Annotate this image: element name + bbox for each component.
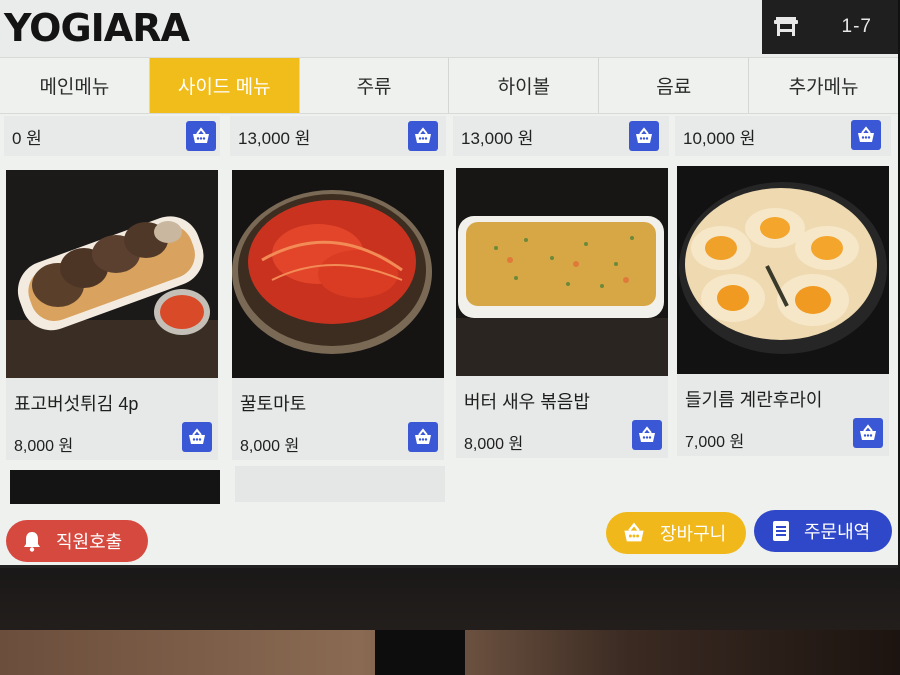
price-text: 13,000 원: [238, 128, 311, 148]
basket-icon: [858, 126, 874, 142]
basket-icon: [860, 424, 876, 440]
add-to-cart-button[interactable]: [851, 120, 881, 150]
add-to-cart-button[interactable]: [186, 121, 216, 151]
price-text: 10,000 원: [683, 128, 756, 148]
add-to-cart-button[interactable]: [853, 418, 883, 448]
next-row-card-partial[interactable]: [235, 466, 445, 502]
order-history-button[interactable]: 주문내역: [754, 510, 892, 552]
product-photo-butter-shrimp-rice[interactable]: [456, 168, 668, 376]
add-to-cart-button[interactable]: [632, 420, 662, 450]
product-photo-mushroom[interactable]: [6, 170, 218, 378]
add-to-cart-button[interactable]: [629, 121, 659, 151]
product-name: 버터 새우 볶음밥: [464, 392, 590, 412]
add-to-cart-button[interactable]: [408, 121, 438, 151]
product-price: 8,000 원: [464, 436, 524, 453]
product-card[interactable]: 버터 새우 볶음밥 8,000 원: [456, 168, 668, 458]
price-cell: 13,000 원: [453, 116, 669, 156]
product-card[interactable]: 들기름 계란후라이 7,000 원: [677, 166, 889, 456]
call-staff-button[interactable]: 직원호출: [6, 520, 148, 562]
tablet-stand: [375, 630, 465, 675]
tab-side-menu[interactable]: 사이드 메뉴: [149, 58, 300, 113]
price-cell: 0 원: [4, 116, 220, 156]
header: YOGIARA 1-7: [0, 0, 898, 58]
product-name: 표고버섯튀김 4p: [14, 394, 139, 414]
basket-icon: [622, 522, 646, 544]
price-cell: 10,000 원: [675, 116, 891, 156]
basket-icon: [639, 426, 655, 442]
basket-icon: [193, 127, 209, 143]
add-to-cart-button[interactable]: [408, 422, 438, 452]
table-indicator: 1-7: [762, 0, 898, 54]
product-name: 들기름 계란후라이: [685, 390, 823, 410]
next-row-card-partial[interactable]: [10, 470, 220, 504]
receipt-list-icon: [772, 520, 790, 542]
product-name: 꿀토마토: [240, 394, 307, 414]
product-card[interactable]: 표고버섯튀김 4p 8,000 원: [6, 170, 218, 460]
basket-icon: [415, 428, 431, 444]
product-price: 8,000 원: [14, 438, 74, 455]
product-card[interactable]: 꿀토마토 8,000 원: [232, 170, 444, 460]
tab-extra-menu[interactable]: 추가메뉴: [749, 58, 898, 113]
basket-icon: [189, 428, 205, 444]
order-history-label: 주문내역: [804, 522, 871, 542]
tab-highball[interactable]: 하이볼: [449, 58, 600, 113]
product-photo-perilla-fried-eggs[interactable]: [677, 166, 889, 374]
tab-drinks[interactable]: 음료: [599, 58, 750, 113]
bell-icon: [22, 530, 42, 552]
product-price: 8,000 원: [240, 438, 300, 455]
price-text: 0 원: [12, 128, 42, 148]
category-tabs: 메인메뉴 사이드 메뉴 주류 하이볼 음료 추가메뉴: [0, 57, 898, 114]
table-number: 1-7: [841, 16, 872, 37]
product-photo-honey-tomato[interactable]: [232, 170, 444, 378]
product-price: 7,000 원: [685, 434, 745, 451]
kiosk-screen: YOGIARA 1-7 메인메뉴 사이드 메뉴 주류 하이볼 음료 추가메뉴 0…: [0, 0, 898, 568]
basket-icon: [636, 127, 652, 143]
tab-main-menu[interactable]: 메인메뉴: [0, 58, 150, 113]
basket-icon: [415, 127, 431, 143]
price-cell: 13,000 원: [230, 116, 446, 156]
add-to-cart-button[interactable]: [182, 422, 212, 452]
call-staff-label: 직원호출: [56, 532, 123, 552]
price-text: 13,000 원: [461, 128, 534, 148]
tab-alcohol[interactable]: 주류: [300, 58, 450, 113]
brand-logo: YOGIARA: [4, 6, 190, 50]
cart-label: 장바구니: [660, 524, 727, 544]
previous-row-prices: 0 원 13,000 원 13,000 원 10,000 원: [0, 116, 898, 158]
cart-button[interactable]: 장바구니: [606, 512, 746, 554]
table-icon: [774, 17, 798, 37]
